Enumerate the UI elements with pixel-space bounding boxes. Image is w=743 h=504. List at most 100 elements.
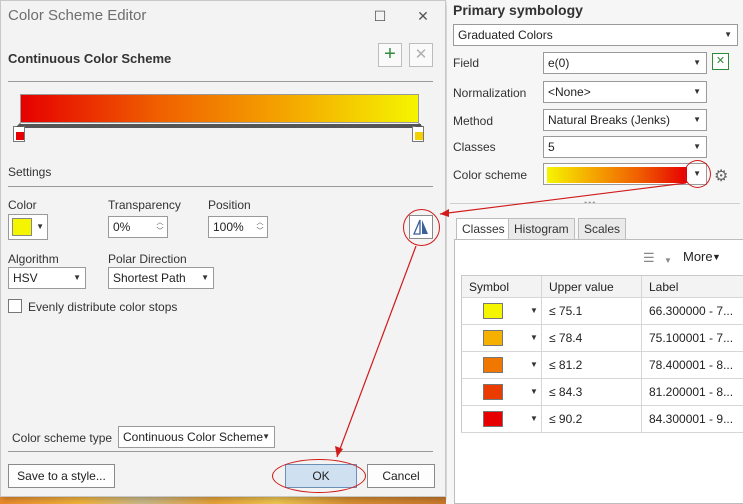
scheme-type-value: Continuous Color Scheme: [123, 430, 264, 444]
highlight-circle: [684, 160, 711, 188]
upper-value-cell[interactable]: ≤ 81.2: [541, 352, 641, 378]
normalization-select[interactable]: <None> ▼: [543, 81, 707, 103]
classes-select[interactable]: 5 ▼: [543, 136, 707, 158]
transparency-spinner[interactable]: ︿ ﹀: [154, 218, 166, 236]
normalization-value: <None>: [548, 85, 591, 99]
transparency-label: Transparency: [108, 198, 181, 212]
remove-stop-button[interactable]: ✕: [409, 43, 433, 67]
upper-value-cell[interactable]: ≤ 90.2: [541, 406, 641, 432]
gear-icon[interactable]: ⚙: [714, 166, 728, 186]
chevron-down-icon[interactable]: ▼: [530, 325, 538, 351]
save-to-style-button[interactable]: Save to a style...: [8, 464, 115, 488]
field-select[interactable]: e(0) ▼: [543, 52, 707, 74]
method-label: Method: [453, 114, 494, 128]
table-row[interactable]: ▼ ≤ 84.3 81.200001 - 8...: [461, 379, 743, 406]
table-row[interactable]: ▼ ≤ 78.4 75.100001 - 7...: [461, 325, 743, 352]
label-cell[interactable]: 84.300001 - 9...: [641, 406, 743, 432]
scheme-type-label: Color scheme type: [12, 431, 113, 445]
column-header-upper-value[interactable]: Upper value: [541, 276, 641, 297]
color-stop-end[interactable]: [412, 123, 424, 142]
field-label: Field: [453, 56, 480, 70]
table-row[interactable]: ▼ ≤ 90.2 84.300001 - 9...: [461, 406, 743, 433]
chevron-down-icon[interactable]: ▼: [664, 256, 672, 265]
symbology-method-value: Graduated Colors: [458, 28, 553, 42]
upper-value-cell[interactable]: ≤ 75.1: [541, 298, 641, 324]
algorithm-select[interactable]: HSV ▼: [8, 267, 86, 289]
highlight-circle: [272, 459, 366, 493]
color-scheme-preview: [547, 167, 687, 183]
column-header-symbol[interactable]: Symbol: [461, 276, 541, 297]
add-stop-button[interactable]: +: [378, 43, 402, 67]
symbol-swatch[interactable]: [483, 330, 503, 346]
settings-label: Settings: [8, 165, 52, 179]
chevron-down-icon: ▼: [693, 142, 701, 151]
color-scheme-select[interactable]: ▼: [543, 163, 707, 185]
symbol-cell[interactable]: ▼: [461, 406, 541, 432]
chevron-down-icon: ▼: [73, 273, 81, 282]
tab-scales[interactable]: Scales: [578, 218, 627, 240]
color-stop-start[interactable]: [13, 123, 25, 142]
column-header-label[interactable]: Label: [641, 276, 743, 297]
chevron-down-icon[interactable]: ▼: [530, 379, 538, 405]
chevron-down-icon[interactable]: ▼: [530, 352, 538, 378]
algorithm-label: Algorithm: [8, 252, 59, 266]
color-swatch: [12, 218, 32, 236]
field-expression-icon[interactable]: ✕: [712, 53, 729, 70]
classes-table: Symbol Upper value Label ▼ ≤ 75.1 66.300…: [461, 275, 743, 433]
position-input[interactable]: 100% ︿ ﹀: [208, 216, 268, 238]
chevron-down-icon[interactable]: ▼: [712, 252, 721, 262]
color-label: Color: [8, 198, 37, 212]
algorithm-value: HSV: [13, 271, 38, 285]
symbol-cell[interactable]: ▼: [461, 298, 541, 324]
symbol-swatch[interactable]: [483, 303, 503, 319]
label-cell[interactable]: 78.400001 - 8...: [641, 352, 743, 378]
color-scheme-label: Color scheme: [453, 168, 528, 182]
close-icon[interactable]: ✕: [410, 5, 436, 27]
scheme-type-select[interactable]: Continuous Color Scheme ▼: [118, 426, 275, 448]
evenly-distribute-checkbox[interactable]: [8, 299, 22, 313]
label-cell[interactable]: 81.200001 - 8...: [641, 379, 743, 405]
pane-splitter[interactable]: [450, 203, 740, 204]
symbol-cell[interactable]: ▼: [461, 352, 541, 378]
section-title: Continuous Color Scheme: [8, 51, 172, 66]
table-row[interactable]: ▼ ≤ 75.1 66.300000 - 7...: [461, 298, 743, 325]
color-ramp-preview: [20, 94, 419, 123]
symbol-swatch[interactable]: [483, 411, 503, 427]
symbol-cell[interactable]: ▼: [461, 379, 541, 405]
label-cell[interactable]: 66.300000 - 7...: [641, 298, 743, 324]
chevron-down-icon: ▼: [262, 432, 270, 441]
symbol-cell[interactable]: ▼: [461, 325, 541, 351]
more-menu[interactable]: More: [683, 249, 713, 264]
symbology-method-select[interactable]: Graduated Colors ▼: [453, 24, 738, 46]
maximize-icon[interactable]: ☐: [367, 5, 393, 27]
divider: [8, 451, 433, 452]
tab-histogram[interactable]: Histogram: [508, 218, 575, 240]
position-value: 100%: [213, 220, 244, 234]
evenly-distribute-label: Evenly distribute color stops: [28, 300, 178, 314]
classes-value: 5: [548, 140, 555, 154]
color-scheme-editor-dialog: Color Scheme Editor ☐ ✕ Continuous Color…: [0, 0, 446, 497]
polar-direction-select[interactable]: Shortest Path ▼: [108, 267, 214, 289]
symbol-swatch[interactable]: [483, 357, 503, 373]
chevron-down-icon: ▼: [36, 222, 44, 231]
table-row[interactable]: ▼ ≤ 81.2 78.400001 - 8...: [461, 352, 743, 379]
color-picker-button[interactable]: ▼: [8, 214, 48, 240]
tab-classes[interactable]: Classes: [456, 218, 511, 241]
classes-label: Classes: [453, 140, 496, 154]
table-options-icon[interactable]: ☰: [643, 250, 655, 266]
upper-value-cell[interactable]: ≤ 78.4: [541, 325, 641, 351]
transparency-input[interactable]: 0% ︿ ﹀: [108, 216, 168, 238]
chevron-down-icon[interactable]: ▼: [530, 406, 538, 432]
polar-direction-label: Polar Direction: [108, 252, 187, 266]
pane-title: Primary symbology: [453, 2, 583, 18]
cancel-button[interactable]: Cancel: [367, 464, 435, 488]
upper-value-cell[interactable]: ≤ 84.3: [541, 379, 641, 405]
label-cell[interactable]: 75.100001 - 7...: [641, 325, 743, 351]
method-select[interactable]: Natural Breaks (Jenks) ▼: [543, 109, 707, 131]
table-header: Symbol Upper value Label: [461, 275, 743, 298]
position-spinner[interactable]: ︿ ﹀: [254, 218, 266, 236]
position-label: Position: [208, 198, 251, 212]
chevron-down-icon[interactable]: ▼: [530, 298, 538, 324]
ramp-track[interactable]: [19, 124, 421, 128]
symbol-swatch[interactable]: [483, 384, 503, 400]
